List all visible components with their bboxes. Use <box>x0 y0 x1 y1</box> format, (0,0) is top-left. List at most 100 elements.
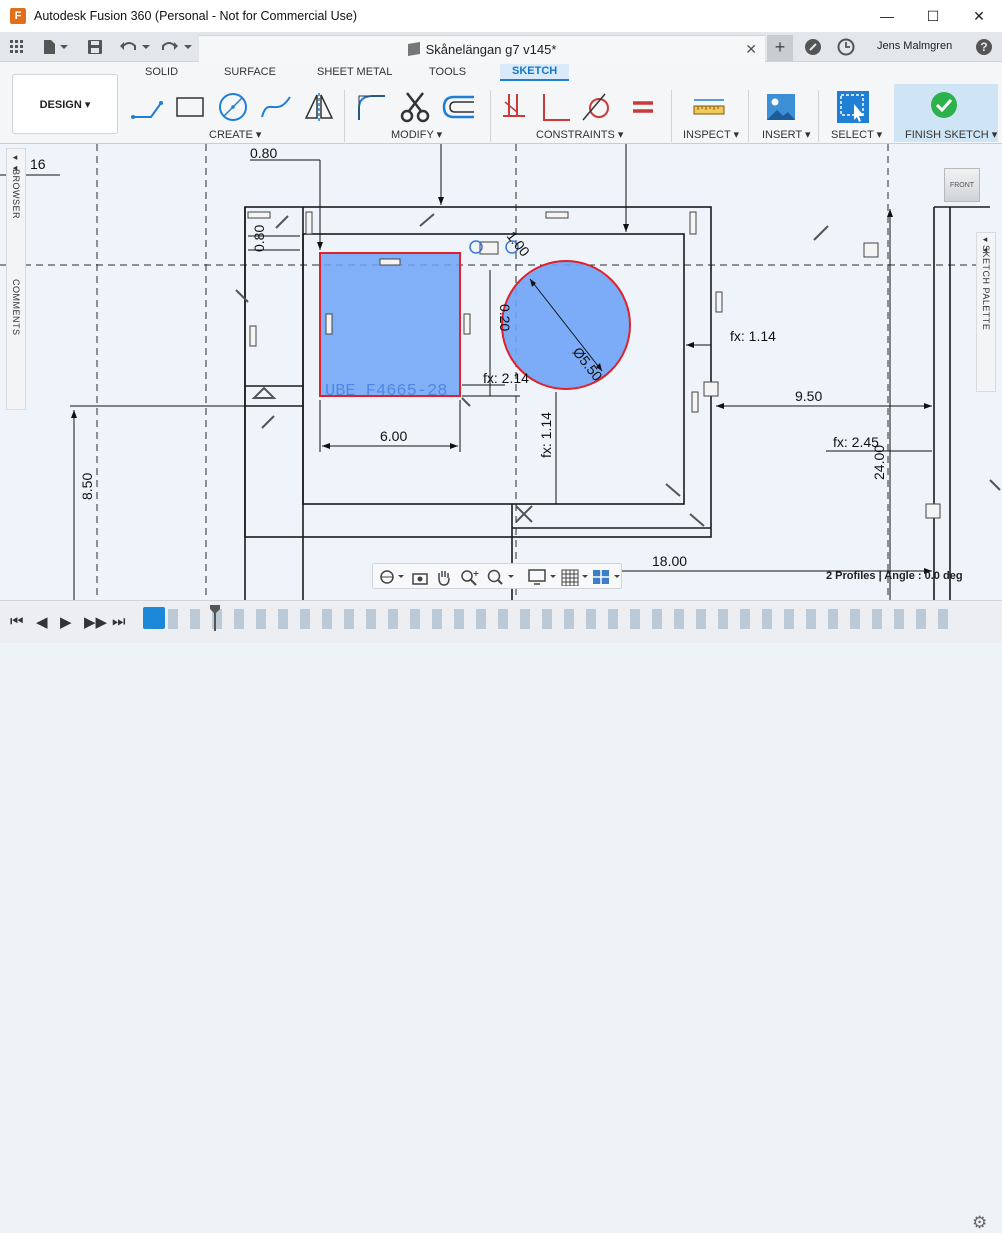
perpendicular-constraint-icon[interactable] <box>539 90 573 124</box>
undo-icon[interactable] <box>118 37 152 57</box>
zoom-window-icon[interactable] <box>486 568 516 586</box>
insert-image-icon[interactable] <box>764 90 798 124</box>
tab-solid[interactable]: SOLID <box>145 66 178 78</box>
display-settings-icon[interactable] <box>528 568 558 586</box>
rectangle-tool-icon[interactable] <box>173 90 207 124</box>
rectangle-profile <box>319 252 461 397</box>
ghost-text: UBE F4665-28 <box>325 382 447 401</box>
fillet-tool-icon[interactable] <box>354 90 388 124</box>
document-tab-title: Skånelängan g7 v145* <box>425 41 557 57</box>
dimension-2400: 24.00 <box>871 445 887 480</box>
close-button[interactable]: ✕ <box>956 0 1002 32</box>
timeline-feature-sketch[interactable] <box>143 607 165 629</box>
insert-group-label[interactable]: INSERT ▾ <box>762 128 811 141</box>
look-at-icon[interactable] <box>411 568 429 586</box>
tab-sheet-metal[interactable]: SHEET METAL <box>317 66 392 78</box>
dimension-1800: 18.00 <box>652 553 687 569</box>
selection-status: 2 Profiles | Angle : 0.0 deg <box>826 570 963 582</box>
tab-sketch[interactable]: SKETCH <box>500 64 570 81</box>
checkmark-icon <box>931 92 957 118</box>
sketch-palette-tab[interactable]: SKETCH PALETTE <box>981 245 991 330</box>
job-status-clock-icon[interactable] <box>836 37 856 57</box>
help-icon[interactable]: ? <box>974 37 994 57</box>
constraints-group-label[interactable]: CONSTRAINTS ▾ <box>536 128 623 141</box>
finish-sketch-label[interactable]: FINISH SKETCH ▾ <box>905 128 997 141</box>
dimension-080-top: 0.80 <box>250 145 277 161</box>
new-tab-button[interactable]: + <box>767 35 793 61</box>
timeline-play-icon[interactable]: ▶ <box>60 613 72 631</box>
data-panel-grid-icon[interactable] <box>8 37 26 57</box>
window-title: Autodesk Fusion 360 (Personal - Not for … <box>34 9 358 23</box>
minimize-button[interactable]: — <box>864 0 910 32</box>
ribbon-toolbar: SOLID SURFACE SHEET METAL TOOLS SKETCH D… <box>0 62 1002 144</box>
timeline-bar: ⏮ ◀ ▶ ▶▶ ⏭ ⚙ <box>0 600 1002 1232</box>
extensions-icon[interactable] <box>803 37 823 57</box>
mirror-tool-icon[interactable] <box>302 90 336 124</box>
dimension-fx-114-vertical: fx: 1.14 <box>538 412 554 458</box>
zoom-icon[interactable] <box>460 568 480 586</box>
component-cube-icon <box>407 41 420 57</box>
orbit-icon[interactable] <box>379 568 405 586</box>
trim-scissors-icon[interactable] <box>398 90 432 124</box>
dimension-020: 0.20 <box>497 304 513 331</box>
sketch-drawing[interactable]: UBE F4665-28 16 0.80 0.80 6.00 Ø5.50 1.0… <box>0 144 1002 600</box>
user-account-name[interactable]: Jens Malmgren <box>877 40 952 52</box>
comments-panel-tab[interactable]: COMMENTS <box>11 279 21 336</box>
browser-panel-tab[interactable]: BROWSER <box>11 169 21 219</box>
document-tab[interactable]: Skånelängan g7 v145* ✕ <box>199 35 765 62</box>
dimension-100: 1.00 <box>504 228 534 259</box>
maximize-button[interactable]: ☐ <box>910 0 956 32</box>
timeline-start-icon[interactable]: ⏮ <box>10 613 24 630</box>
timeline-features[interactable] <box>168 609 958 629</box>
spline-tool-icon[interactable] <box>259 90 293 124</box>
timeline-step-forward-icon[interactable]: ▶▶ <box>84 613 107 631</box>
ribbon-separator <box>671 90 672 142</box>
redo-icon[interactable] <box>160 37 194 57</box>
dimension-950: 9.50 <box>795 388 822 404</box>
close-tab-icon[interactable]: ✕ <box>745 41 757 58</box>
coincident-constraint-icon[interactable] <box>498 90 532 124</box>
create-group-label[interactable]: CREATE ▾ <box>209 128 261 141</box>
circle-tool-icon[interactable] <box>216 90 250 124</box>
quick-access-toolbar: Skånelängan g7 v145* ✕ + Jens Malmgren ? <box>0 32 1002 62</box>
viewcube-face-label: FRONT <box>949 181 975 189</box>
line-tool-icon[interactable] <box>130 90 164 124</box>
timeline-step-back-icon[interactable]: ◀ <box>36 613 48 631</box>
window-controls: — ☐ ✕ <box>864 0 1002 32</box>
timeline-settings-gear-icon[interactable]: ⚙ <box>972 1213 987 1233</box>
ribbon-separator <box>490 90 491 142</box>
dimension-fx-214: fx: 2.14 <box>483 370 529 386</box>
select-group-label[interactable]: SELECT ▾ <box>831 128 882 141</box>
inspect-group-label[interactable]: INSPECT ▾ <box>683 128 739 141</box>
sketch-canvas[interactable]: UBE F4665-28 16 0.80 0.80 6.00 Ø5.50 1.0… <box>0 144 1002 600</box>
dimension-600: 6.00 <box>380 428 407 444</box>
grid-settings-icon[interactable] <box>560 568 590 586</box>
navigation-bar <box>372 563 622 589</box>
ribbon-separator <box>818 90 819 142</box>
timeline-end-icon[interactable]: ⏭ <box>112 613 126 630</box>
file-menu-icon[interactable] <box>40 37 70 57</box>
offset-tool-icon[interactable] <box>442 90 476 124</box>
viewports-icon[interactable] <box>592 568 622 586</box>
workspace-design-dropdown[interactable]: DESIGN ▾ <box>12 74 118 134</box>
tangent-constraint-icon[interactable] <box>580 90 614 124</box>
timeline-marker-icon[interactable] <box>210 605 220 631</box>
fusion-logo-icon: F <box>10 8 26 24</box>
modify-group-label[interactable]: MODIFY ▾ <box>391 128 442 141</box>
viewcube[interactable]: FRONT <box>944 168 980 202</box>
tab-surface[interactable]: SURFACE <box>224 66 276 78</box>
dimension-080-left: 0.80 <box>251 225 267 252</box>
dimension-fx-114-horizontal: fx: 1.14 <box>730 328 776 344</box>
measure-ruler-icon[interactable] <box>692 90 726 124</box>
select-tool-icon[interactable] <box>836 90 870 124</box>
tab-tools[interactable]: TOOLS <box>429 66 466 78</box>
browser-comments-strip: ◂◂ BROWSER COMMENTS <box>6 148 26 410</box>
ribbon-separator <box>748 90 749 142</box>
sketch-palette-strip: ◂◂ SKETCH PALETTE <box>976 232 996 392</box>
title-bar: F Autodesk Fusion 360 (Personal - Not fo… <box>0 0 1002 32</box>
ribbon-separator <box>344 90 345 142</box>
svg-text:?: ? <box>980 40 987 54</box>
save-icon[interactable] <box>86 37 104 57</box>
pan-hand-icon[interactable] <box>435 568 453 586</box>
parallel-constraint-icon[interactable] <box>626 90 660 124</box>
